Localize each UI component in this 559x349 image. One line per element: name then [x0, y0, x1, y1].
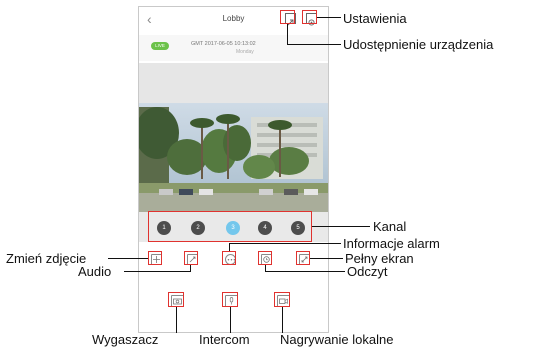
playback-highlight	[258, 251, 272, 265]
label-share-device: Udostępnienie urządzenia	[343, 37, 494, 52]
leader-fullscreen	[310, 258, 343, 259]
settings-highlight	[302, 10, 317, 24]
record-highlight	[274, 292, 290, 307]
leader-screenshot	[176, 307, 177, 333]
leader-alarm-v	[229, 243, 230, 251]
label-screenshot: Wygaszacz	[92, 332, 159, 347]
phone-screen: ‹ Lobby LIVE GMT 2017-06-05 10:13:02 Mon…	[138, 6, 329, 333]
label-audio: Audio	[78, 264, 112, 279]
leader-audio-h	[124, 271, 191, 272]
leader-playback-h	[265, 271, 345, 272]
video-scene	[139, 103, 328, 212]
camera-highlight	[168, 292, 184, 307]
leader-share-h	[287, 44, 341, 45]
label-local-recording: Nagrywanie lokalne	[280, 332, 394, 347]
alarm-highlight	[222, 251, 236, 265]
label-settings: Ustawienia	[343, 11, 407, 26]
channel-highlight	[148, 211, 312, 242]
leader-change-photo	[108, 258, 148, 259]
label-alarm-info: Informacje alarm	[343, 236, 440, 251]
video-feed[interactable]	[139, 103, 328, 212]
leader-share-v	[287, 24, 288, 44]
audio-highlight	[184, 251, 198, 265]
label-intercom: Intercom	[199, 332, 250, 347]
leader-intercom	[230, 307, 231, 333]
weekday-label: Monday	[236, 49, 254, 55]
leader-channel	[312, 226, 370, 227]
leader-alarm-h	[229, 243, 341, 244]
video-letterbox	[139, 63, 328, 103]
leader-settings	[317, 17, 341, 18]
label-playback: Odczyt	[347, 264, 388, 279]
screenshot-highlight	[148, 251, 162, 265]
fullscreen-highlight	[296, 251, 310, 265]
label-channel: Kanal	[373, 219, 407, 234]
page-title: Lobby	[222, 14, 245, 23]
share-highlight	[280, 10, 295, 24]
leader-recording	[282, 307, 283, 333]
datetime-label: GMT 2017-06-05 10:13:02	[191, 41, 256, 47]
microphone-highlight	[222, 292, 238, 307]
label-change-photo: Zmień zdjęcie	[6, 251, 87, 266]
status-bar: LIVE GMT 2017-06-05 10:13:02 Monday	[139, 35, 328, 61]
top-bar: ‹ Lobby	[139, 7, 328, 33]
live-badge: LIVE	[151, 42, 169, 50]
